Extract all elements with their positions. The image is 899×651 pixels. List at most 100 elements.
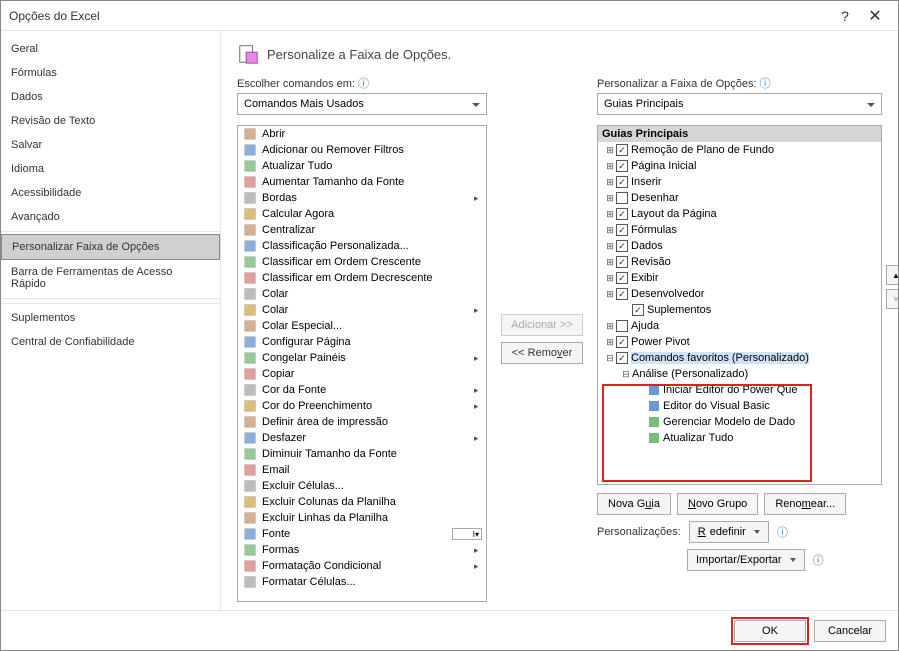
command-item[interactable]: Desfazer▸ (238, 430, 486, 446)
expand-toggle-icon[interactable]: ⊞ (604, 193, 616, 204)
expand-toggle-icon[interactable]: ⊞ (604, 337, 616, 348)
command-item[interactable]: Configurar Página (238, 334, 486, 350)
command-item[interactable]: Formatar Células... (238, 574, 486, 590)
import-export-dropdown[interactable]: Importar/Exportar (687, 549, 805, 571)
choose-commands-combo[interactable]: Comandos Mais Usados (237, 93, 487, 115)
command-item[interactable]: Atualizar Tudo (238, 158, 486, 174)
command-item[interactable]: Calcular Agora (238, 206, 486, 222)
command-item[interactable]: Centralizar (238, 222, 486, 238)
command-item[interactable]: Excluir Células... (238, 478, 486, 494)
command-item[interactable]: Colar (238, 286, 486, 302)
tree-node[interactable]: ⊞✓Fórmulas (598, 222, 881, 238)
tree-node[interactable]: ⊟Análise (Personalizado) (598, 366, 881, 382)
expand-toggle-icon[interactable]: ⊞ (604, 225, 616, 236)
command-item[interactable]: Excluir Linhas da Planilha (238, 510, 486, 526)
info-icon[interactable]: ⓘ (358, 78, 369, 90)
reset-dropdown[interactable]: Redefinir (689, 521, 769, 543)
tree-node[interactable]: ⊞✓Inserir (598, 174, 881, 190)
tree-node[interactable]: Gerenciar Modelo de Dado (598, 414, 881, 430)
move-up-button[interactable]: ▲ (886, 265, 898, 285)
checkbox[interactable]: ✓ (632, 304, 644, 316)
commands-listbox[interactable]: AbrirAdicionar ou Remover FiltrosAtualiz… (237, 125, 487, 602)
expand-toggle-icon[interactable]: ⊟ (620, 369, 632, 380)
sidebar-item[interactable]: Personalizar Faixa de Opções (1, 234, 220, 260)
command-item[interactable]: Aumentar Tamanho da Fonte (238, 174, 486, 190)
tree-node[interactable]: ⊞✓Remoção de Plano de Fundo (598, 142, 881, 158)
sidebar-item[interactable]: Barra de Ferramentas de Acesso Rápido (1, 260, 220, 296)
sidebar-item[interactable]: Acessibilidade (1, 181, 220, 205)
command-item[interactable]: Cor da Fonte▸ (238, 382, 486, 398)
checkbox[interactable] (616, 320, 628, 332)
command-item[interactable]: Copiar (238, 366, 486, 382)
sidebar-item[interactable]: Revisão de Texto (1, 109, 220, 133)
sidebar-item[interactable]: Dados (1, 85, 220, 109)
tree-node[interactable]: Editor do Visual Basic (598, 398, 881, 414)
expand-toggle-icon[interactable]: ⊞ (604, 177, 616, 188)
command-item[interactable]: Classificar em Ordem Crescente (238, 254, 486, 270)
sidebar-item[interactable]: Idioma (1, 157, 220, 181)
tree-node[interactable]: Atualizar Tudo (598, 430, 881, 446)
checkbox[interactable]: ✓ (616, 352, 628, 364)
command-item[interactable]: Colar Especial... (238, 318, 486, 334)
expand-toggle-icon[interactable]: ⊞ (604, 161, 616, 172)
command-item[interactable]: Bordas▸ (238, 190, 486, 206)
info-icon[interactable]: ⓘ (760, 78, 771, 90)
checkbox[interactable]: ✓ (616, 144, 628, 156)
command-item[interactable]: FonteI▾ (238, 526, 486, 542)
ok-button[interactable]: OK (734, 620, 806, 642)
tree-node[interactable]: ⊞✓Layout da Página (598, 206, 881, 222)
tree-node[interactable]: ⊞✓Exibir (598, 270, 881, 286)
tree-node[interactable]: ⊞✓Página Inicial (598, 158, 881, 174)
expand-toggle-icon[interactable]: ⊞ (604, 321, 616, 332)
command-item[interactable]: Colar▸ (238, 302, 486, 318)
tree-node[interactable]: ⊞Ajuda (598, 318, 881, 334)
command-item[interactable]: Congelar Painéis▸ (238, 350, 486, 366)
expand-toggle-icon[interactable]: ⊞ (604, 145, 616, 156)
command-item[interactable]: Classificação Personalizada... (238, 238, 486, 254)
command-item[interactable]: Classificar em Ordem Decrescente (238, 270, 486, 286)
tree-node[interactable]: ⊞✓Dados (598, 238, 881, 254)
close-button[interactable]: ✕ (860, 1, 890, 31)
checkbox[interactable]: ✓ (616, 240, 628, 252)
checkbox[interactable]: ✓ (616, 160, 628, 172)
tree-node[interactable]: ⊞✓Revisão (598, 254, 881, 270)
cancel-button[interactable]: Cancelar (814, 620, 886, 642)
new-tab-button[interactable]: Nova Guia (597, 493, 671, 515)
info-icon[interactable]: ⓘ (777, 524, 788, 540)
sidebar-item[interactable]: Avançado (1, 205, 220, 229)
tree-node[interactable]: ⊟✓Comandos favoritos (Personalizado) (598, 350, 881, 366)
info-icon[interactable]: ⓘ (813, 552, 824, 568)
new-group-button[interactable]: Novo Grupo (677, 493, 758, 515)
command-item[interactable]: Formas▸ (238, 542, 486, 558)
expand-toggle-icon[interactable]: ⊞ (604, 273, 616, 284)
sidebar-item[interactable]: Geral (1, 37, 220, 61)
sidebar-item[interactable]: Central de Confiabilidade (1, 330, 220, 354)
expand-toggle-icon[interactable]: ⊞ (604, 289, 616, 300)
checkbox[interactable]: ✓ (616, 272, 628, 284)
tree-node[interactable]: Iniciar Editor do Power Que (598, 382, 881, 398)
command-item[interactable]: Adicionar ou Remover Filtros (238, 142, 486, 158)
expand-toggle-icon[interactable]: ⊞ (604, 241, 616, 252)
checkbox[interactable]: ✓ (616, 288, 628, 300)
expand-toggle-icon[interactable]: ⊞ (604, 209, 616, 220)
ribbon-tree[interactable]: Guias Principais ⊞✓Remoção de Plano de F… (597, 125, 882, 485)
checkbox[interactable]: ✓ (616, 224, 628, 236)
command-item[interactable]: Definir área de impressão (238, 414, 486, 430)
command-item[interactable]: Diminuir Tamanho da Fonte (238, 446, 486, 462)
sidebar-item[interactable]: Fórmulas (1, 61, 220, 85)
checkbox[interactable]: ✓ (616, 336, 628, 348)
help-button[interactable]: ? (830, 1, 860, 31)
tree-node[interactable]: ⊞Desenhar (598, 190, 881, 206)
customize-ribbon-combo[interactable]: Guias Principais (597, 93, 882, 115)
checkbox[interactable]: ✓ (616, 208, 628, 220)
sidebar-item[interactable]: Suplementos (1, 306, 220, 330)
command-item[interactable]: Abrir (238, 126, 486, 142)
command-item[interactable]: Email (238, 462, 486, 478)
sidebar-item[interactable]: Salvar (1, 133, 220, 157)
checkbox[interactable] (616, 192, 628, 204)
command-item[interactable]: Formatação Condicional▸ (238, 558, 486, 574)
remove-button[interactable]: << Remover (501, 342, 583, 364)
checkbox[interactable]: ✓ (616, 176, 628, 188)
expand-toggle-icon[interactable]: ⊞ (604, 257, 616, 268)
tree-node[interactable]: ⊞✓Desenvolvedor (598, 286, 881, 302)
